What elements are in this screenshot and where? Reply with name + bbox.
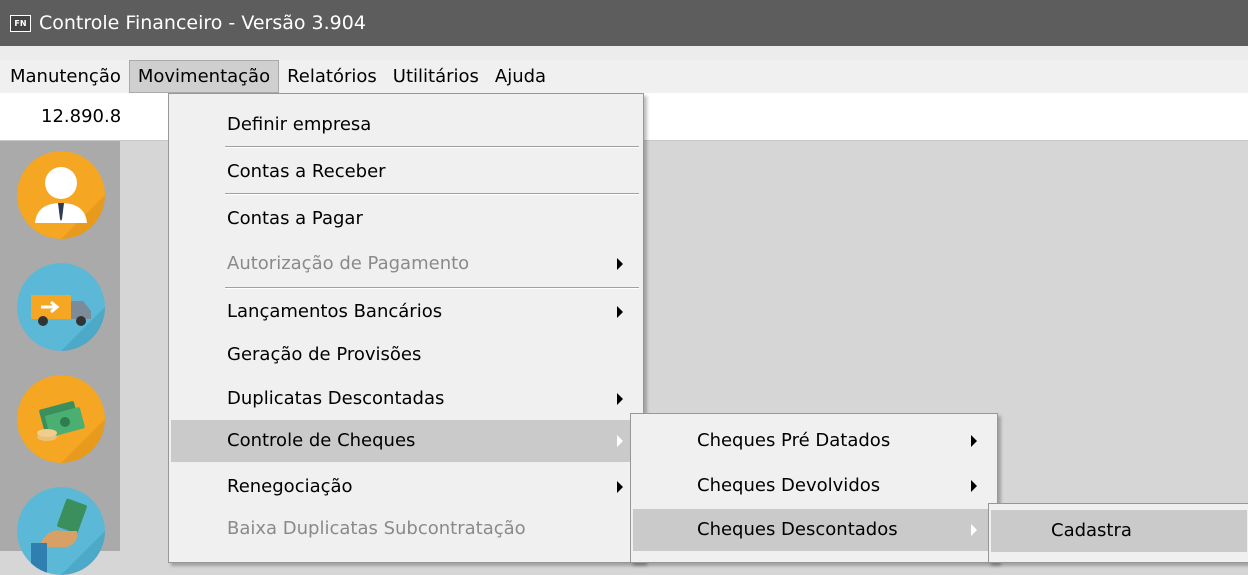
menu-item-cadastra[interactable]: Cadastra — [991, 510, 1247, 552]
menu-utilitarios[interactable]: Utilitários — [385, 61, 487, 92]
submenu-arrow-icon — [971, 524, 977, 536]
title-separator — [0, 46, 1248, 60]
menu-item-label: Cheques Descontados — [697, 519, 898, 540]
menu-manutencao[interactable]: Manutenção — [0, 61, 129, 92]
menu-item-lancamentos-bancarios[interactable]: Lançamentos Bancários — [171, 291, 641, 333]
menu-item-renegociacao[interactable]: Renegociação — [171, 466, 641, 508]
money-icon — [17, 375, 105, 463]
balance-value: 12.890.8 — [41, 106, 122, 127]
menu-item-label: Cadastra — [1051, 520, 1132, 541]
submenu-arrow-icon — [617, 258, 623, 270]
menu-item-label: Controle de Cheques — [227, 430, 416, 451]
menu-movimentacao[interactable]: Movimentação — [128, 60, 280, 93]
sidebar — [0, 141, 120, 575]
menu-item-contas-pagar[interactable]: Contas a Pagar — [171, 198, 641, 240]
menu-separator — [225, 287, 639, 289]
submenu-arrow-icon — [617, 435, 623, 447]
menu-item-label: Definir empresa — [227, 114, 372, 135]
menu-item-geracao-provisoes[interactable]: Geração de Provisões — [171, 334, 641, 376]
title-bar: FN Controle Financeiro - Versão 3.904 — [0, 0, 1248, 46]
menu-item-definir-empresa[interactable]: Definir empresa — [171, 104, 641, 146]
sidebar-button-payment[interactable] — [17, 487, 105, 575]
menu-item-autorizacao-pagamento: Autorização de Pagamento — [171, 243, 641, 285]
payment-hand-icon — [17, 487, 105, 575]
menu-separator — [225, 193, 639, 195]
menu-item-label: Baixa Duplicatas Subcontratação — [227, 518, 526, 539]
menu-item-label: Contas a Receber — [227, 161, 386, 182]
sidebar-button-user[interactable] — [17, 151, 105, 239]
cheques-submenu: Cheques Pré Datados Cheques Devolvidos C… — [630, 413, 998, 563]
menu-item-label: Cheques Devolvidos — [697, 475, 881, 496]
sidebar-button-money[interactable] — [17, 375, 105, 463]
menu-item-cheques-devolvidos[interactable]: Cheques Devolvidos — [633, 465, 995, 507]
menu-separator — [225, 146, 639, 148]
menu-item-label: Duplicatas Descontadas — [227, 388, 445, 409]
sidebar-button-delivery[interactable] — [17, 263, 105, 351]
submenu-arrow-icon — [617, 306, 623, 318]
menu-item-label: Contas a Pagar — [227, 208, 363, 229]
menu-item-contas-receber[interactable]: Contas a Receber — [171, 151, 641, 193]
menu-item-label: Autorização de Pagamento — [227, 253, 470, 274]
menu-relatorios[interactable]: Relatórios — [279, 61, 385, 92]
delivery-truck-icon — [17, 263, 105, 351]
menu-item-label: Lançamentos Bancários — [227, 301, 443, 322]
menu-bar: Manutenção Movimentação Relatórios Utili… — [0, 60, 1248, 93]
submenu-arrow-icon — [617, 481, 623, 493]
menu-item-label: Geração de Provisões — [227, 344, 422, 365]
user-icon — [17, 151, 105, 239]
movimentacao-menu: Definir empresa Contas a Receber Contas … — [168, 93, 644, 563]
submenu-arrow-icon — [971, 480, 977, 492]
menu-item-baixa-duplicatas: Baixa Duplicatas Subcontratação — [171, 508, 641, 550]
app-icon: FN — [10, 14, 31, 32]
menu-item-label: Cheques Pré Datados — [697, 430, 891, 451]
descontados-submenu: Cadastra — [988, 503, 1248, 563]
submenu-arrow-icon — [617, 393, 623, 405]
menu-item-cheques-descontados[interactable]: Cheques Descontados — [633, 509, 995, 551]
menu-item-cheques-pre-datados[interactable]: Cheques Pré Datados — [633, 420, 995, 462]
menu-item-controle-cheques[interactable]: Controle de Cheques — [171, 420, 641, 462]
submenu-arrow-icon — [971, 435, 977, 447]
menu-ajuda[interactable]: Ajuda — [487, 61, 554, 92]
window-title: Controle Financeiro - Versão 3.904 — [39, 12, 366, 34]
menu-item-label: Renegociação — [227, 476, 353, 497]
menu-item-duplicatas-descontadas[interactable]: Duplicatas Descontadas — [171, 378, 641, 420]
